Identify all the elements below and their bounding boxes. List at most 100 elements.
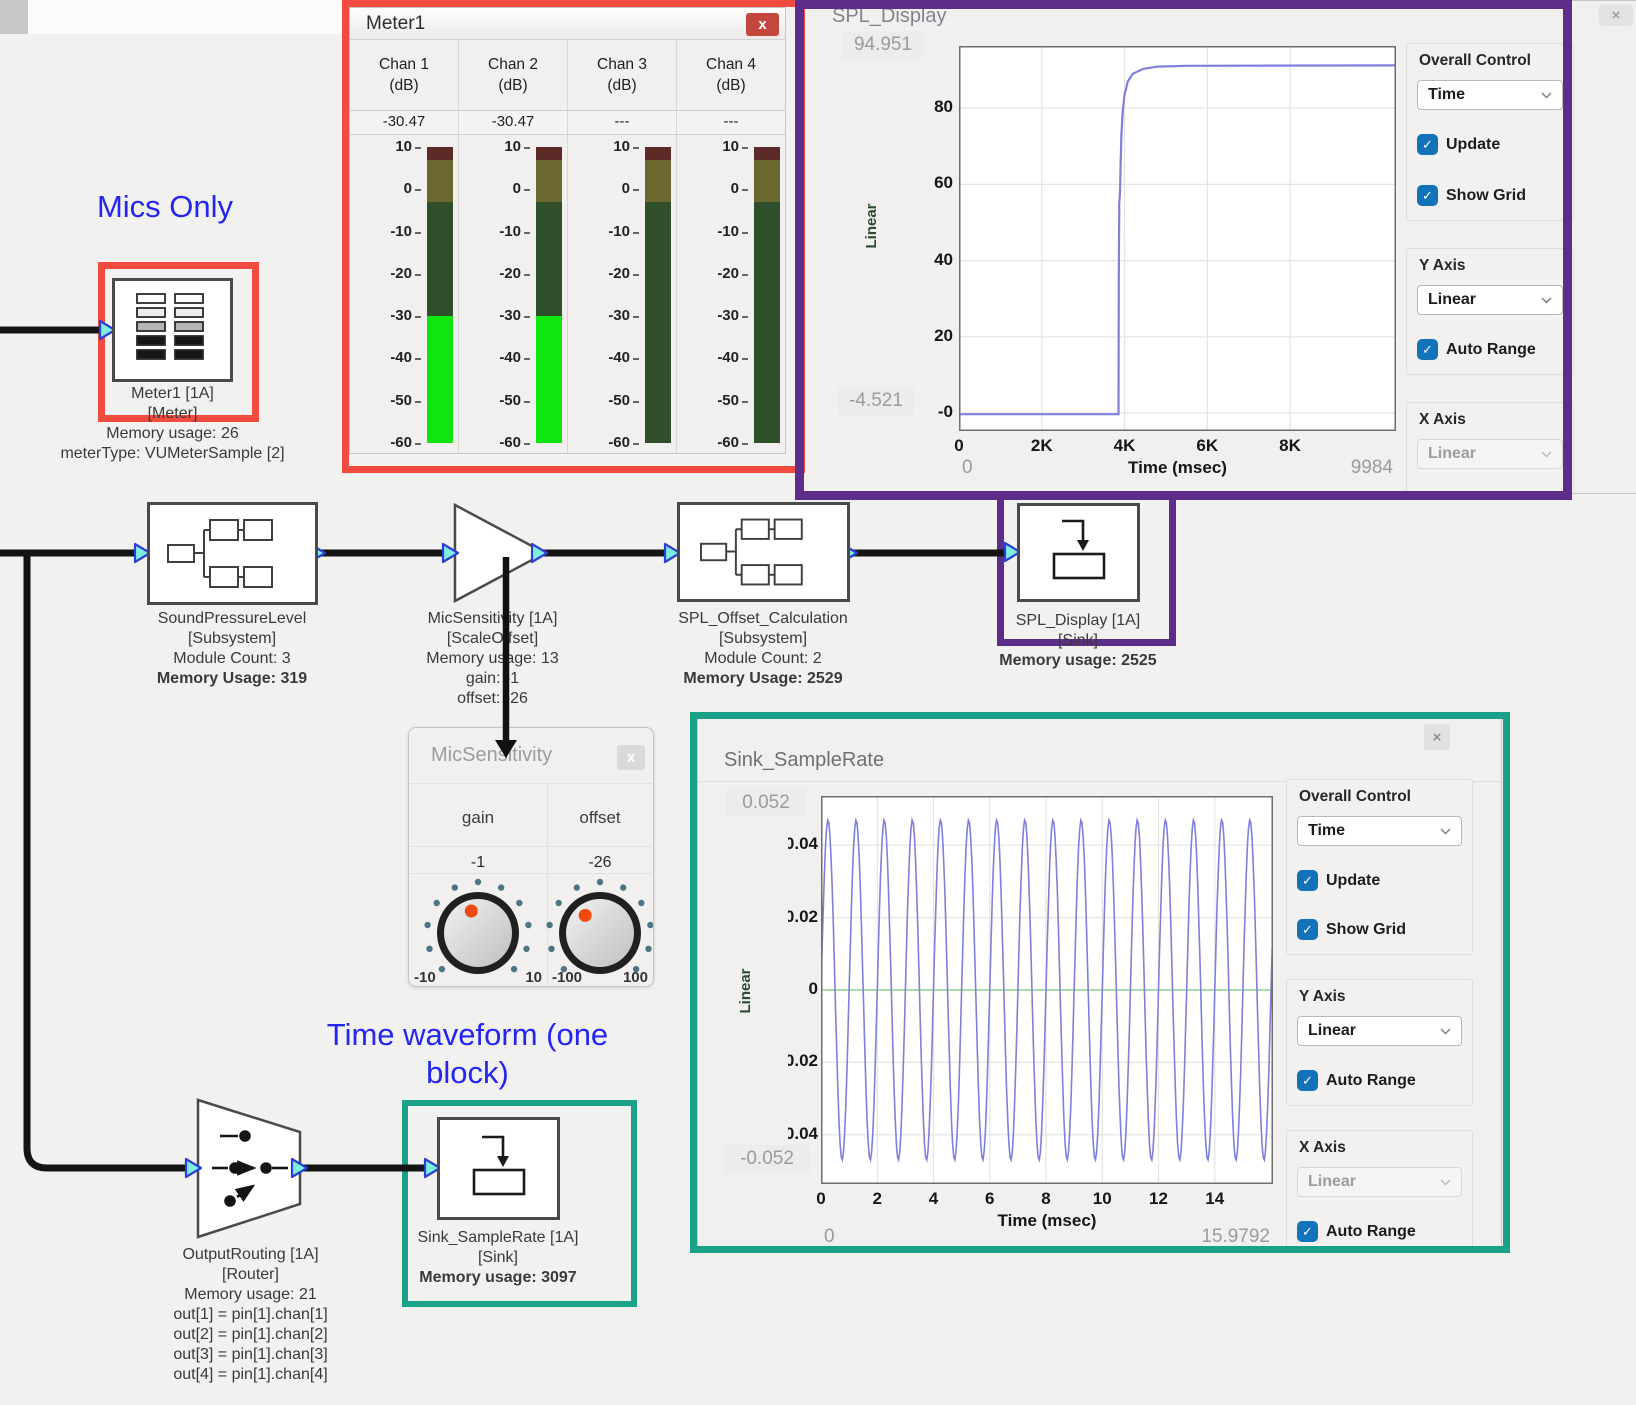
channel-value: --- [568,110,676,135]
meter-scale-tick: -40 [677,349,739,366]
meter-scale-tick: -50 [568,392,630,409]
x-axis-tick: 0 [793,1189,849,1209]
wire-pin-icon [292,1159,307,1177]
meter-scale-tick: -30 [350,307,412,324]
y-auto-range-checkbox[interactable]: ✓ Auto Range [1417,339,1563,360]
sink-y-min-value: -0.052 [724,1145,810,1173]
block-label-line: [Sink] [348,1248,648,1268]
y-auto-range-checkbox[interactable]: ✓ Auto Range [1297,1070,1462,1091]
block-label-spl-display: SPL_Display [1A][Sink]Memory usage: 2525 [928,611,1228,671]
show-grid-checkbox[interactable]: ✓ Show Grid [1297,919,1462,940]
block-spl-offset-calculation[interactable] [677,502,850,602]
meter-scale-tick: -10 [568,223,630,240]
param-value: -26 [547,854,653,872]
chevron-down-icon [1541,451,1552,458]
sink-samplerate-close-button[interactable]: × [1424,724,1450,750]
block-soundpressurelevel[interactable] [147,502,318,605]
x-axis-tick: 4K [1097,436,1153,456]
meter-scale-tick: -10 [459,223,521,240]
block-label-line: Memory usage: 2525 [928,651,1228,671]
channel-header: Chan 2(dB) [459,40,567,110]
meter-scale-tick: -10 [677,223,739,240]
meter-scale-tick: -50 [350,392,412,409]
gain-knob[interactable] [418,876,538,987]
block-label-line: Sink_SampleRate [1A] [348,1228,648,1248]
meter-scale-tick: -30 [677,307,739,324]
meter-scale-tick: -60 [459,434,521,451]
sink-icon [440,1120,557,1217]
sink-y-max-value: 0.052 [726,789,806,817]
router-trapezoid-block [198,1100,300,1237]
chevron-down-icon [1440,1028,1451,1035]
meter-scale-tick: -50 [677,392,739,409]
param-max: 100 [623,969,648,986]
checkbox-checked-icon: ✓ [1297,1221,1318,1242]
block-sink-samplerate[interactable] [437,1117,560,1220]
x-axis-tick: 6 [962,1189,1018,1209]
block-label-line: Memory Usage: 2529 [588,669,938,689]
x-range-end: 15.9792 [1143,1226,1270,1247]
x-axis-tick: 14 [1187,1189,1243,1209]
x-axis-group: X Axis Linear ✓ Auto Range [1406,402,1574,494]
channel-value: --- [677,110,785,135]
show-grid-checkbox[interactable]: ✓ Show Grid [1417,185,1563,206]
update-checkbox[interactable]: ✓ Update [1417,134,1563,155]
block-label-line: Meter1 [1A] [30,384,315,404]
checkbox-checked-icon: ✓ [1297,919,1318,940]
meter-scale-tick: -40 [459,349,521,366]
meter-scale-tick: 10 [677,138,739,155]
block-label-line: Module Count: 2 [588,649,938,669]
sink-icon [1020,506,1137,599]
block-label-line: meterType: VUMeterSample [2] [30,444,315,464]
meter1-window-title: Meter1 [366,13,425,35]
overall-mode-select[interactable]: Time [1417,80,1563,110]
x-range-end: 9984 [1266,457,1393,479]
x-axis-mode-select: Linear [1297,1167,1462,1197]
y-axis-mode-select[interactable]: Linear [1297,1016,1462,1046]
x-auto-range-checkbox[interactable]: ✓ Auto Range [1417,493,1563,494]
block-meter1[interactable] [112,278,233,382]
y-axis-group: Y Axis Linear ✓ Auto Range [1286,979,1473,1106]
meter-scale-tick: 0 [350,180,412,197]
block-label-line: out[1] = pin[1].chan[1] [88,1305,413,1325]
meter1-titlebar[interactable]: Meter1 [350,8,785,40]
router-icon [212,1132,288,1206]
y-axis-mode-select[interactable]: Linear [1417,285,1563,315]
top-chrome-band [0,0,345,34]
y-axis-tick: 40 [909,250,953,270]
channel-value: -30.47 [459,110,567,135]
block-label-line: out[4] = pin[1].chan[4] [88,1365,413,1385]
x-auto-range-checkbox[interactable]: ✓ Auto Range [1297,1221,1462,1242]
overall-mode-select[interactable]: Time [1297,816,1462,846]
y-axis-tick: -0.04 [788,1124,818,1144]
x-axis-group: X Axis Linear ✓ Auto Range [1286,1130,1473,1247]
update-checkbox[interactable]: ✓ Update [1297,870,1462,891]
meter1-close-button[interactable]: x [746,13,779,36]
wire-pin-icon [532,544,547,562]
channel-header: Chan 1(dB) [350,40,458,110]
channel-meter: 100-10-20-30-40-50-60 [677,135,785,454]
x-range-start: 0 [962,457,973,479]
param-min: -10 [414,969,436,986]
meter-scale-tick: -30 [568,307,630,324]
channel-header: Chan 4(dB) [677,40,785,110]
block-spl-display[interactable] [1017,503,1140,602]
x-axis-tick: 8 [1018,1189,1074,1209]
checkbox-checked-icon: ✓ [1417,493,1438,494]
meter-channel-2: Chan 2(dB) -30.47 100-10-20-30-40-50-60 [459,40,568,453]
channel-value: -30.47 [350,110,458,135]
channel-header: Chan 3(dB) [568,40,676,110]
mic-param-offset: offset -26 -100 100 [547,783,653,986]
block-label-line: SPL_Display [1A] [928,611,1228,631]
block-label-meter1: Meter1 [1A][Meter]Memory usage: 26meterT… [30,384,315,464]
spl-display-close-button[interactable]: × [1599,4,1633,26]
x-axis-tick: 2 [849,1189,905,1209]
x-axis-title: Time (msec) [947,1211,1147,1231]
top-chrome-corner [0,0,28,34]
meter1-channels: Chan 1(dB) -30.47 100-10-20-30-40-50-60C… [350,40,785,453]
sink-samplerate-scope[interactable] [821,796,1273,1184]
channel-meter: 100-10-20-30-40-50-60 [568,135,676,454]
spl-display-scope[interactable] [959,46,1396,431]
x-axis-tick: 6K [1179,436,1235,456]
micsensitivity-close-button[interactable]: x [617,745,645,770]
